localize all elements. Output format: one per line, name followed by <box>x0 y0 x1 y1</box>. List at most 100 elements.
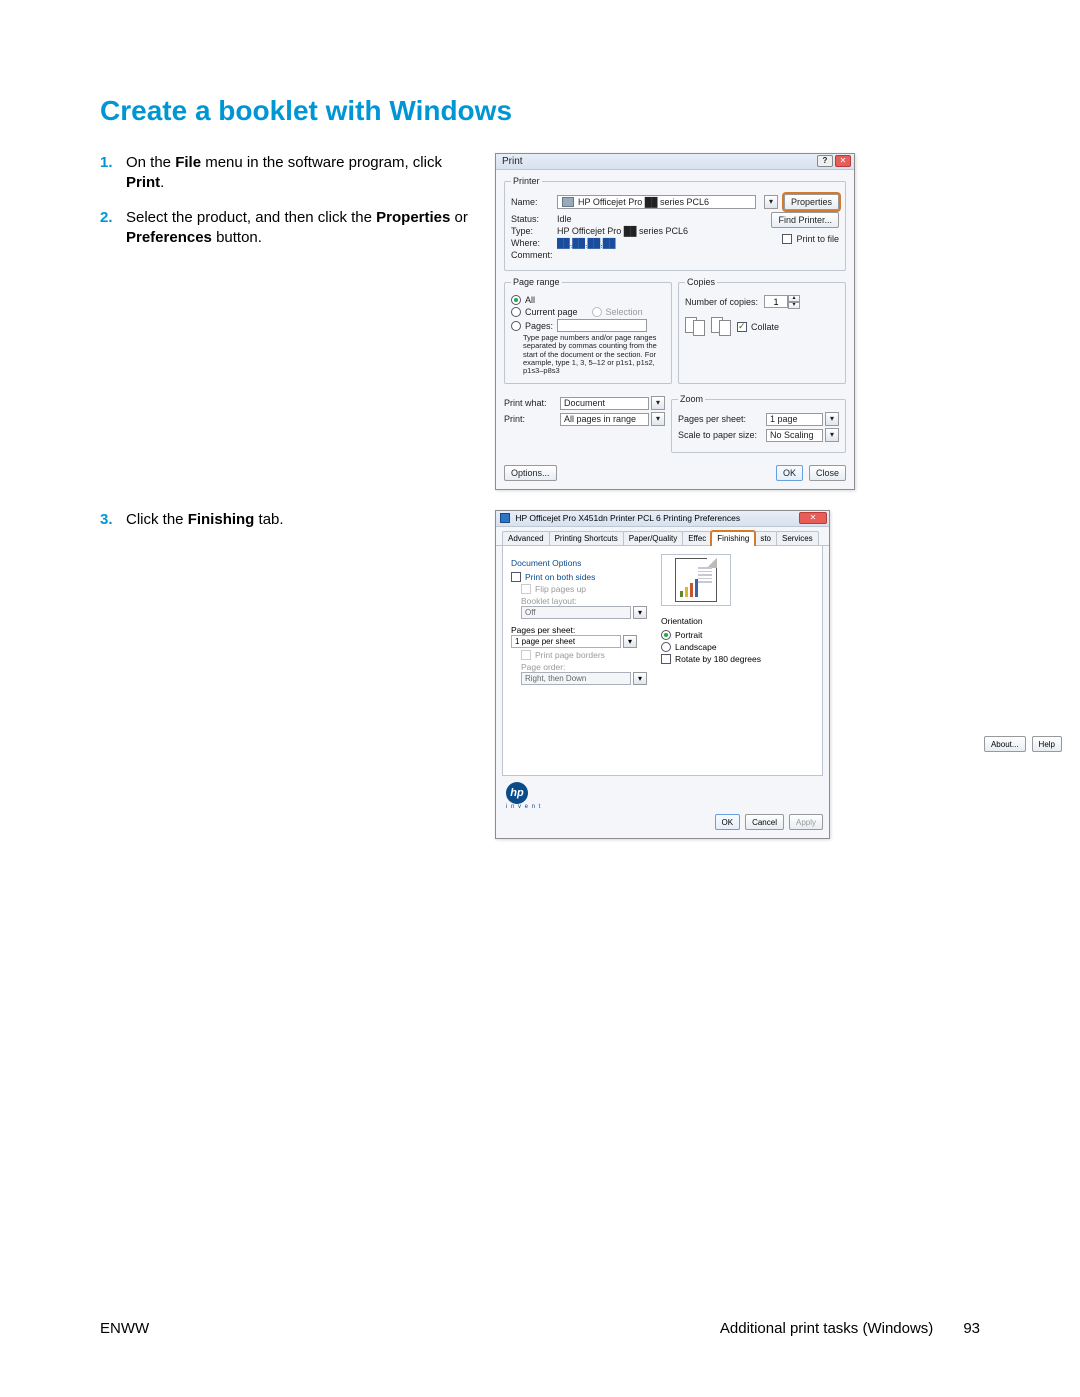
tab-services[interactable]: Services <box>776 531 819 545</box>
chevron-down-icon[interactable]: ▾ <box>623 635 637 648</box>
collate-checkbox[interactable] <box>737 322 747 332</box>
type-label: Type: <box>511 226 557 236</box>
printer-group: Printer Name: HP Officejet Pro ██ series… <box>504 176 846 271</box>
document-options-heading: Document Options <box>511 558 651 568</box>
close-icon[interactable]: ✕ <box>799 512 827 524</box>
properties-button[interactable]: Properties <box>784 194 839 210</box>
step-2-bold-properties: Properties <box>376 209 450 226</box>
step-3-number: 3. <box>100 510 126 530</box>
step-2-text-c: button. <box>212 229 262 246</box>
num-copies-label: Number of copies: <box>685 297 758 307</box>
num-copies-spinner[interactable]: ▴▾ <box>764 295 800 309</box>
page-footer: ENWW Additional print tasks (Windows) 93 <box>100 1320 980 1337</box>
flip-pages-checkbox <box>521 584 531 594</box>
find-printer-button[interactable]: Find Printer... <box>771 212 839 228</box>
chevron-down-icon[interactable]: ▾ <box>651 396 665 410</box>
pps-label: Pages per sheet: <box>678 414 766 424</box>
portrait-radio[interactable] <box>661 630 671 640</box>
chevron-down-icon[interactable]: ▾ <box>825 412 839 426</box>
step-3: 3. Click the Finishing tab. <box>100 510 475 530</box>
booklet-layout-select: Off <box>521 606 631 619</box>
booklet-layout-value: Off <box>525 608 536 617</box>
scale-value: No Scaling <box>770 430 814 440</box>
rotate-label: Rotate by 180 degrees <box>675 654 761 664</box>
pref-apply-button: Apply <box>789 814 823 830</box>
chevron-up-icon[interactable]: ▴ <box>788 295 800 302</box>
num-copies-value[interactable] <box>764 295 788 308</box>
page-range-group: Page range All Current page Selection Pa… <box>504 277 672 384</box>
print-pages-select[interactable]: All pages in range <box>560 413 649 426</box>
name-label: Name: <box>511 197 557 207</box>
preferences-dialog: HP Officejet Pro X451dn Printer PCL 6 Pr… <box>495 510 830 839</box>
print-dialog: Print ? ✕ Printer Name: HP Officejet P <box>495 153 855 490</box>
close-button[interactable]: Close <box>809 465 846 481</box>
hp-logo-icon: hp <box>506 782 528 804</box>
step-2: 2. Select the product, and then click th… <box>100 208 475 249</box>
tab-shortcuts[interactable]: Printing Shortcuts <box>549 531 624 545</box>
chevron-down-icon[interactable]: ▾ <box>788 302 800 309</box>
pages-hint: Type page numbers and/or page ranges sep… <box>511 334 665 375</box>
rotate-checkbox[interactable] <box>661 654 671 664</box>
where-label: Where: <box>511 238 557 248</box>
pref-cancel-button[interactable]: Cancel <box>745 814 784 830</box>
print-borders-checkbox <box>521 650 531 660</box>
page-order-label: Page order: <box>521 662 651 672</box>
all-radio[interactable] <box>511 295 521 305</box>
step-1: 1. On the File menu in the software prog… <box>100 153 475 194</box>
step-1-text-c: . <box>160 174 164 191</box>
page-order-value: Right, then Down <box>525 674 586 683</box>
help-icon[interactable]: ? <box>817 155 833 167</box>
help-button[interactable]: Help <box>1032 736 1062 752</box>
ok-button[interactable]: OK <box>776 465 803 481</box>
step-2-number: 2. <box>100 208 126 249</box>
collate-preview-icon <box>685 317 731 336</box>
tab-paper-quality[interactable]: Paper/Quality <box>623 531 683 545</box>
step-1-number: 1. <box>100 153 126 194</box>
print-what-select[interactable]: Document <box>560 397 649 410</box>
tab-effects[interactable]: Effec <box>682 531 712 545</box>
step-1-text-b: menu in the software program, click <box>201 154 442 171</box>
printer-icon <box>562 197 574 207</box>
status-label: Status: <box>511 214 557 224</box>
selection-radio <box>592 307 602 317</box>
tab-job-storage[interactable]: sto <box>754 531 777 545</box>
preferences-title: HP Officejet Pro X451dn Printer PCL 6 Pr… <box>515 513 740 523</box>
pps-select[interactable]: 1 page <box>766 413 823 426</box>
print-what-value: Document <box>564 398 605 408</box>
pages-radio[interactable] <box>511 321 521 331</box>
scale-select[interactable]: No Scaling <box>766 429 823 442</box>
step-2-bold-preferences: Preferences <box>126 229 212 246</box>
about-button[interactable]: About... <box>984 736 1026 752</box>
print-both-sides-checkbox[interactable] <box>511 572 521 582</box>
selection-label: Selection <box>606 307 643 317</box>
tabs-bar: Advanced Printing Shortcuts Paper/Qualit… <box>496 527 829 546</box>
current-page-radio[interactable] <box>511 307 521 317</box>
pages-input[interactable] <box>557 319 647 332</box>
print-dialog-title: Print <box>502 156 523 167</box>
chevron-down-icon: ▾ <box>633 672 647 685</box>
pps-pref-select[interactable]: 1 page per sheet <box>511 635 621 648</box>
step-1-bold-print: Print <box>126 174 160 191</box>
tab-advanced[interactable]: Advanced <box>502 531 550 545</box>
pps-value: 1 page <box>770 414 798 424</box>
chevron-down-icon[interactable]: ▾ <box>825 428 839 442</box>
status-value: Idle <box>557 214 572 224</box>
close-icon[interactable]: ✕ <box>835 155 851 167</box>
where-value: ██.██.██.██ <box>557 238 616 248</box>
tab-finishing[interactable]: Finishing <box>711 531 755 545</box>
booklet-layout-label: Booklet layout: <box>521 596 651 606</box>
chevron-down-icon[interactable]: ▾ <box>651 412 665 426</box>
print-pages-value: All pages in range <box>564 414 636 424</box>
chevron-down-icon[interactable]: ▾ <box>764 195 778 209</box>
zoom-group: Zoom Pages per sheet: 1 page ▾ Scale to … <box>671 394 846 453</box>
pages-label: Pages: <box>525 321 553 331</box>
landscape-radio[interactable] <box>661 642 671 652</box>
pref-ok-button[interactable]: OK <box>715 814 741 830</box>
comment-label: Comment: <box>511 250 557 260</box>
chevron-down-icon: ▾ <box>633 606 647 619</box>
options-button[interactable]: Options... <box>504 465 557 481</box>
printer-name-select[interactable]: HP Officejet Pro ██ series PCL6 <box>557 195 756 209</box>
print-dialog-titlebar: Print ? ✕ <box>496 154 854 170</box>
page-range-label: Page range <box>511 277 562 287</box>
print-to-file-checkbox[interactable] <box>782 234 792 244</box>
